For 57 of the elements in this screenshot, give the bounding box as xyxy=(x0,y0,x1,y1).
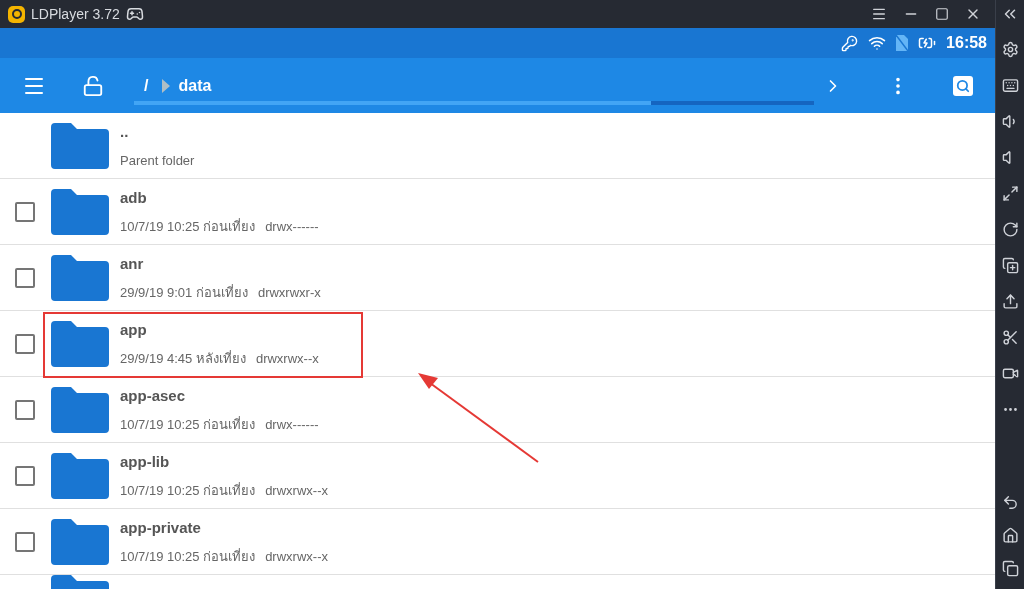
folder-name: anr xyxy=(120,254,145,273)
gamepad-icon[interactable] xyxy=(125,5,144,23)
no-sim-icon xyxy=(896,35,909,51)
expand-icon[interactable] xyxy=(1001,185,1019,202)
modified-date: 29/9/19 4:45 หลังเที่ยง xyxy=(120,350,246,367)
folder-icon xyxy=(51,254,109,301)
home-icon[interactable] xyxy=(1001,527,1019,544)
path-current[interactable]: data xyxy=(178,73,212,98)
wifi-icon xyxy=(868,34,887,52)
breadcrumb-arrow-icon xyxy=(162,78,171,93)
key-icon xyxy=(841,34,859,52)
back-icon[interactable] xyxy=(1001,494,1019,511)
checkbox[interactable] xyxy=(14,465,35,486)
folder-icon xyxy=(51,386,109,433)
path-root[interactable]: / xyxy=(144,73,149,98)
folder-name: .. xyxy=(120,122,130,141)
folder-icon xyxy=(51,518,109,565)
maximize-icon[interactable] xyxy=(935,7,949,21)
rotate-icon[interactable] xyxy=(1001,221,1019,238)
folder-name: app-lib xyxy=(120,452,171,471)
menu-icon[interactable] xyxy=(871,6,887,22)
modified-date: 10/7/19 10:25 ก่อนเที่ยง xyxy=(120,416,256,433)
permissions: drwxrwx--x xyxy=(265,548,328,565)
add-window-icon[interactable] xyxy=(1001,257,1019,274)
folder-name: app-asec xyxy=(120,386,187,405)
permissions: drwxrwx--x xyxy=(255,350,319,367)
folder-name: app-private xyxy=(120,518,202,537)
recent-apps-icon[interactable] xyxy=(1001,560,1019,577)
modified-date: 10/7/19 10:25 ก่อนเที่ยง xyxy=(120,482,256,499)
modified-date: 29/9/19 9:01 ก่อนเที่ยง xyxy=(120,284,248,301)
app-logo-icon xyxy=(8,5,25,23)
folder-icon xyxy=(51,122,109,169)
permissions: drwxrwx--x xyxy=(265,482,328,499)
folder-name: adb xyxy=(120,188,148,207)
folder-icon xyxy=(51,452,109,499)
keyboard-icon[interactable] xyxy=(1001,77,1019,94)
folder-description: Parent folder xyxy=(120,152,195,169)
scissors-icon[interactable] xyxy=(1001,329,1019,346)
modified-date: 10/7/19 10:25 ก่อนเที่ยง xyxy=(120,548,256,565)
permissions: drwxrwxr-x xyxy=(257,284,321,301)
permissions: drwx------ xyxy=(265,218,319,235)
folder-name: app xyxy=(120,320,148,339)
checkbox[interactable] xyxy=(14,201,35,222)
settings-icon[interactable] xyxy=(1001,41,1019,58)
modified-date: 10/7/19 10:25 ก่อนเที่ยง xyxy=(120,218,256,235)
checkbox[interactable] xyxy=(14,333,35,354)
folder-icon xyxy=(51,320,109,367)
checkbox[interactable] xyxy=(14,399,35,420)
checkbox[interactable] xyxy=(14,267,35,288)
window-title: LDPlayer 3.72 xyxy=(31,4,120,24)
clock: 16:58 xyxy=(946,33,987,53)
search-button[interactable] xyxy=(953,75,973,96)
unlocked-padlock-icon[interactable] xyxy=(82,74,104,97)
upload-icon[interactable] xyxy=(1001,293,1019,310)
checkbox[interactable] xyxy=(14,531,35,552)
permissions: drwx------ xyxy=(265,416,319,433)
folder-icon xyxy=(51,188,109,235)
